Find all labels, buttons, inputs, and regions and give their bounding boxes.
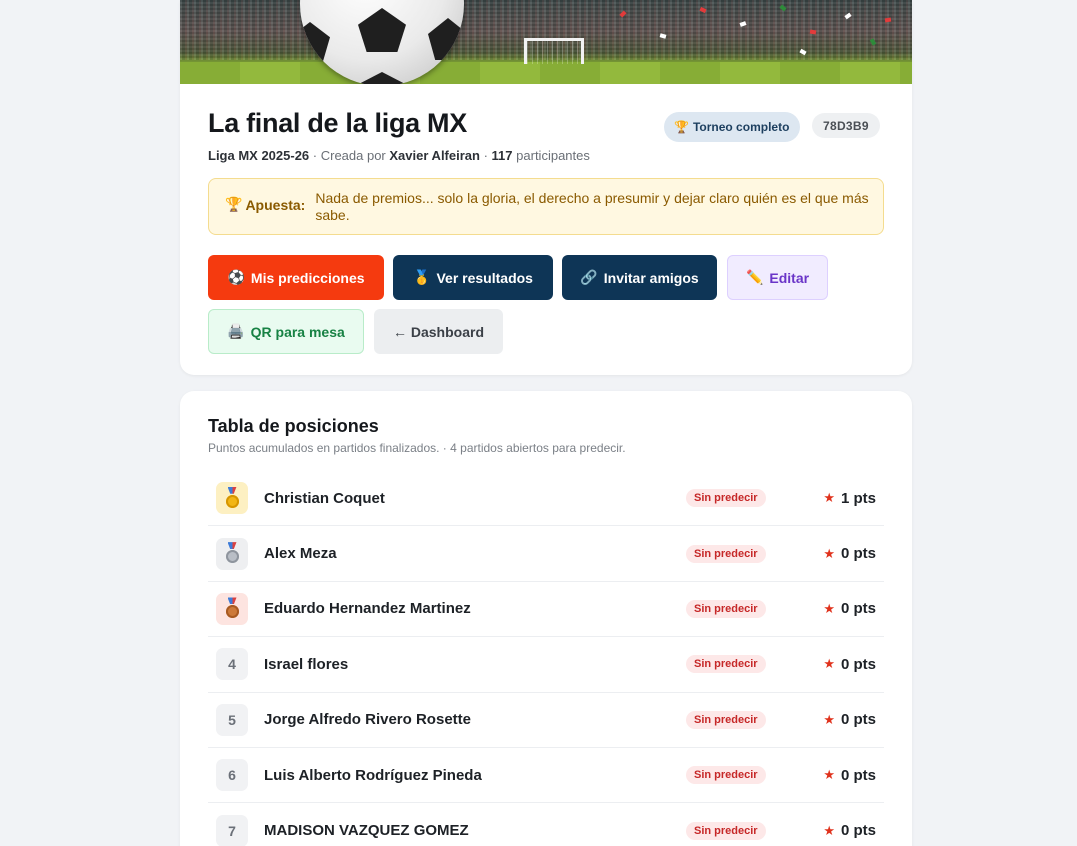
view-results-label: Ver resultados bbox=[436, 269, 533, 286]
status-pill: Sin predecir bbox=[686, 766, 766, 785]
star-icon: ★ bbox=[823, 600, 835, 616]
bet-description: Nada de premios... solo la gloria, el de… bbox=[315, 190, 869, 223]
points: ★ 0 pts bbox=[823, 545, 876, 562]
tournament-meta: Liga MX 2025-26 · Creada por Xavier Alfe… bbox=[208, 148, 590, 163]
soccer-ball-icon: ⚽ bbox=[227, 269, 245, 285]
participants-count: 117 bbox=[491, 148, 513, 163]
participants-label: participantes bbox=[516, 148, 590, 163]
bronze-medal-icon bbox=[225, 605, 239, 619]
points-value: 1 pts bbox=[840, 489, 876, 507]
player-name: Christian Coquet bbox=[264, 489, 385, 507]
stadium-banner-image bbox=[180, 0, 912, 84]
dashboard-button[interactable]: ← Dashboard bbox=[374, 309, 503, 354]
page-title: La final de la liga MX bbox=[208, 108, 467, 138]
player-name: Jorge Alfredo Rivero Rosette bbox=[264, 711, 471, 729]
rank-badge bbox=[216, 482, 248, 515]
points-value: 0 pts bbox=[840, 600, 876, 618]
pitch-grass bbox=[180, 62, 912, 84]
points-value: 0 pts bbox=[840, 766, 876, 784]
created-by-prefix: · Creada por bbox=[312, 148, 386, 163]
creator-name: Xavier Alfeiran bbox=[389, 148, 480, 163]
points-value: 0 pts bbox=[840, 822, 876, 840]
standings-title: Tabla de posiciones bbox=[208, 416, 379, 436]
tournament-card: La final de la liga MX Liga MX 2025-26 ·… bbox=[180, 0, 912, 375]
invite-friends-button[interactable]: 🔗 Invitar amigos bbox=[562, 255, 717, 300]
view-results-button[interactable]: 🥇 Ver resultados bbox=[393, 255, 553, 300]
league-name: Liga MX 2025-26 bbox=[208, 148, 310, 163]
points: ★ 0 pts bbox=[823, 711, 876, 728]
player-name: Eduardo Hernandez Martinez bbox=[264, 600, 471, 618]
silver-medal-icon bbox=[225, 550, 239, 564]
rank-badge bbox=[216, 592, 248, 625]
standings-row[interactable]: 7 MADISON VAZQUEZ GOMEZ Sin predecir ★ 0 … bbox=[208, 803, 884, 846]
tournament-code-badge[interactable]: 78D3B9 bbox=[812, 113, 880, 138]
standings-row[interactable]: 5 Jorge Alfredo Rivero Rosette Sin prede… bbox=[208, 693, 884, 748]
medal-icon: 🥇 bbox=[413, 269, 431, 285]
points: ★ 0 pts bbox=[823, 767, 876, 784]
standings-card: Tabla de posiciones Puntos acumulados en… bbox=[180, 391, 912, 846]
bet-label-text: Apuesta: bbox=[245, 196, 306, 213]
edit-button[interactable]: ✏️ Editar bbox=[727, 255, 828, 300]
star-icon: ★ bbox=[823, 490, 835, 506]
title-block: La final de la liga MX Liga MX 2025-26 ·… bbox=[208, 108, 590, 163]
points-value: 0 pts bbox=[840, 545, 876, 563]
qr-table-label: QR para mesa bbox=[250, 323, 345, 340]
points-value: 0 pts bbox=[840, 711, 876, 729]
bet-label: 🏆 Apuesta: bbox=[225, 196, 305, 213]
status-pill: Sin predecir bbox=[686, 489, 766, 508]
standings-row[interactable]: Eduardo Hernandez Martinez Sin predecir … bbox=[208, 582, 884, 638]
status-badge-label: Torneo completo bbox=[692, 120, 790, 134]
edit-label: Editar bbox=[769, 269, 810, 286]
status-badge: 🏆 Torneo completo bbox=[664, 112, 801, 142]
points-value: 0 pts bbox=[840, 655, 876, 673]
bet-notice: 🏆 Apuesta: Nada de premios... solo la gl… bbox=[208, 178, 884, 235]
status-pill: Sin predecir bbox=[686, 821, 766, 840]
gold-medal-icon bbox=[225, 494, 239, 508]
points: ★ 0 pts bbox=[823, 822, 876, 839]
standings-row[interactable]: 6 Luis Alberto Rodríguez Pineda Sin pred… bbox=[208, 748, 884, 804]
star-icon: ★ bbox=[823, 822, 835, 838]
star-icon: ★ bbox=[823, 767, 835, 783]
standings-list: Christian Coquet Sin predecir ★ 1 pts Ale… bbox=[208, 471, 884, 846]
points: ★ 0 pts bbox=[823, 656, 876, 673]
link-icon: 🔗 bbox=[580, 269, 598, 285]
status-pill: Sin predecir bbox=[686, 544, 766, 563]
rank-badge: 6 bbox=[216, 759, 248, 792]
goal-post bbox=[524, 38, 584, 64]
status-pill: Sin predecir bbox=[686, 599, 766, 618]
player-name: Luis Alberto Rodríguez Pineda bbox=[264, 766, 482, 784]
standings-row[interactable]: Christian Coquet Sin predecir ★ 1 pts bbox=[208, 471, 884, 527]
star-icon: ★ bbox=[823, 711, 835, 727]
rank-badge: 4 bbox=[216, 648, 248, 681]
my-predictions-button[interactable]: ⚽ Mis predicciones bbox=[208, 255, 384, 300]
points: ★ 1 pts bbox=[823, 490, 876, 507]
my-predictions-label: Mis predicciones bbox=[250, 269, 365, 286]
star-icon: ★ bbox=[823, 545, 835, 561]
status-pill: Sin predecir bbox=[686, 655, 766, 674]
rank-badge: 7 bbox=[216, 814, 248, 846]
player-name: Israel flores bbox=[264, 655, 349, 673]
trophy-icon: 🏆 bbox=[225, 196, 243, 212]
trophy-icon: 🏆 bbox=[674, 120, 689, 134]
qr-table-button[interactable]: 🖨️ QR para mesa bbox=[208, 309, 364, 354]
player-name: MADISON VAZQUEZ GOMEZ bbox=[264, 822, 469, 840]
pencil-icon: ✏️ bbox=[745, 269, 764, 285]
player-name: Alex Meza bbox=[264, 545, 337, 563]
standings-row[interactable]: Alex Meza Sin predecir ★ 0 pts bbox=[208, 526, 884, 582]
status-pill: Sin predecir bbox=[686, 710, 766, 729]
printer-icon: 🖨️ bbox=[227, 323, 245, 339]
standings-row[interactable]: 4 Israel flores Sin predecir ★ 0 pts bbox=[208, 637, 884, 693]
invite-friends-label: Invitar amigos bbox=[603, 269, 699, 286]
points: ★ 0 pts bbox=[823, 600, 876, 617]
standings-subtitle: Puntos acumulados en partidos finalizado… bbox=[208, 441, 626, 455]
rank-badge: 5 bbox=[216, 703, 248, 736]
star-icon: ★ bbox=[823, 656, 835, 672]
rank-badge bbox=[216, 537, 248, 570]
